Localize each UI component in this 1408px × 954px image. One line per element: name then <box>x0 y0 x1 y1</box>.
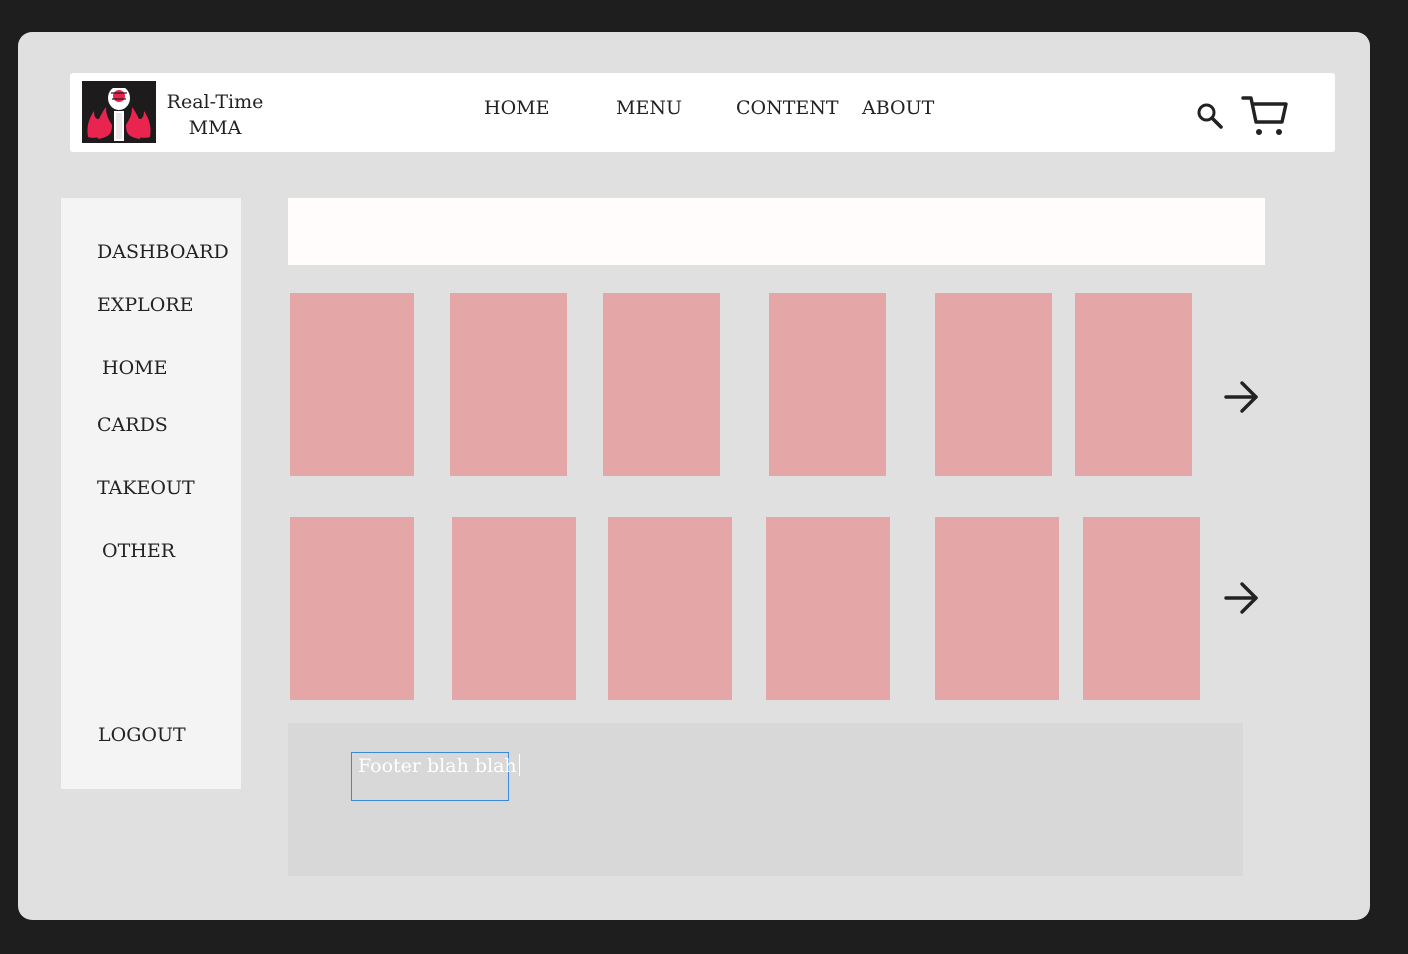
card[interactable] <box>608 517 732 700</box>
banner <box>288 198 1265 265</box>
nav-content[interactable]: CONTENT <box>736 97 839 119</box>
footer-text-box[interactable]: Footer blah blah <box>351 752 520 801</box>
card[interactable] <box>603 293 720 476</box>
search-icon <box>1197 103 1223 129</box>
nav-home[interactable]: HOME <box>484 97 549 119</box>
card[interactable] <box>1083 517 1200 700</box>
arrow-right-icon <box>1224 381 1258 413</box>
next-button-row-1[interactable] <box>1222 378 1262 420</box>
logo[interactable] <box>82 81 156 143</box>
card[interactable] <box>766 517 890 700</box>
sidebar-item-explore[interactable]: EXPLORE <box>97 294 194 316</box>
cart-button[interactable] <box>1240 94 1290 142</box>
sidebar-item-other[interactable]: OTHER <box>102 540 175 562</box>
search-button[interactable] <box>1195 101 1225 135</box>
card[interactable] <box>290 293 414 476</box>
nav-menu[interactable]: MENU <box>616 97 682 119</box>
nav-about[interactable]: ABOUT <box>862 97 934 119</box>
card[interactable] <box>935 517 1059 700</box>
sidebar-item-cards[interactable]: CARDS <box>97 414 168 436</box>
fist-flame-logo-icon <box>87 85 151 141</box>
card[interactable] <box>1075 293 1192 476</box>
sidebar-item-takeout[interactable]: TAKEOUT <box>97 477 195 499</box>
brand-line-2: MMA <box>188 117 242 139</box>
text-cursor <box>518 754 520 776</box>
card[interactable] <box>452 517 576 700</box>
brand-line-1: Real-Time <box>166 91 264 113</box>
card[interactable] <box>290 517 414 700</box>
sidebar-item-dashboard[interactable]: DASHBOARD <box>97 241 229 263</box>
footer-text: Footer blah blah <box>358 755 517 777</box>
card[interactable] <box>935 293 1052 476</box>
card[interactable] <box>769 293 886 476</box>
card[interactable] <box>450 293 567 476</box>
arrow-right-icon <box>1224 582 1258 614</box>
sidebar-item-home[interactable]: HOME <box>102 357 167 379</box>
brand-name: Real-Time MMA <box>160 89 270 141</box>
logout-button[interactable]: LOGOUT <box>98 724 186 746</box>
next-button-row-2[interactable] <box>1222 579 1262 621</box>
cart-icon <box>1241 96 1288 135</box>
